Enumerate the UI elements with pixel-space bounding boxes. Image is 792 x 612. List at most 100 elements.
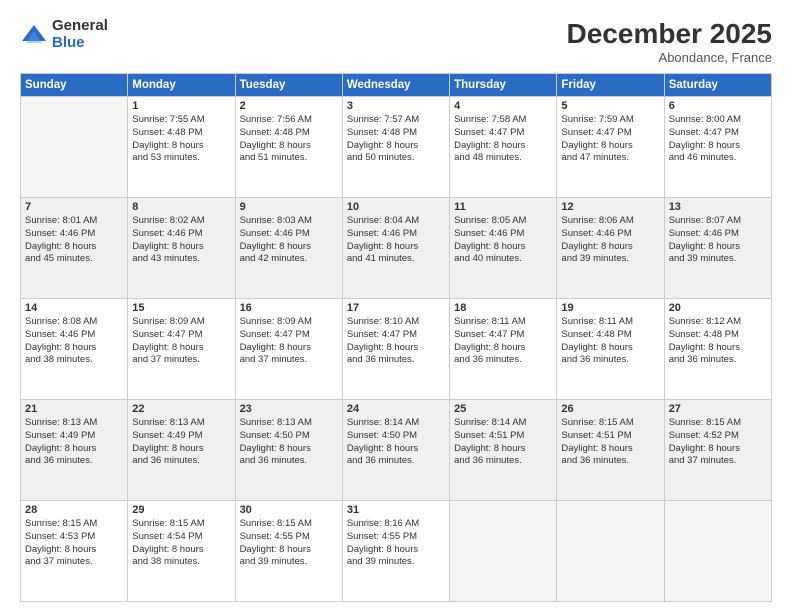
day-number: 20 <box>669 302 767 314</box>
day-number: 10 <box>347 201 445 213</box>
daylight-hours: Daylight: 8 hours <box>669 342 767 355</box>
month-title: December 2025 <box>567 18 772 50</box>
day-number: 8 <box>132 201 230 213</box>
sunset-text: Sunset: 4:49 PM <box>25 430 123 443</box>
calendar-day-cell: 21Sunrise: 8:13 AMSunset: 4:49 PMDayligh… <box>21 400 128 501</box>
daylight-hours: Daylight: 8 hours <box>454 342 552 355</box>
sunset-text: Sunset: 4:51 PM <box>454 430 552 443</box>
calendar-week-row: 21Sunrise: 8:13 AMSunset: 4:49 PMDayligh… <box>21 400 772 501</box>
sunrise-text: Sunrise: 8:07 AM <box>669 215 767 228</box>
day-number: 29 <box>132 504 230 516</box>
calendar-day-cell: 13Sunrise: 8:07 AMSunset: 4:46 PMDayligh… <box>664 198 771 299</box>
calendar-week-row: 1Sunrise: 7:55 AMSunset: 4:48 PMDaylight… <box>21 97 772 198</box>
sunrise-text: Sunrise: 8:13 AM <box>25 417 123 430</box>
daylight-minutes: and 39 minutes. <box>240 556 338 569</box>
daylight-minutes: and 37 minutes. <box>132 354 230 367</box>
sunrise-text: Sunrise: 7:55 AM <box>132 114 230 127</box>
daylight-minutes: and 38 minutes. <box>132 556 230 569</box>
day-number: 24 <box>347 403 445 415</box>
location-subtitle: Abondance, France <box>567 50 772 65</box>
sunrise-text: Sunrise: 8:04 AM <box>347 215 445 228</box>
daylight-hours: Daylight: 8 hours <box>347 342 445 355</box>
calendar-day-cell: 18Sunrise: 8:11 AMSunset: 4:47 PMDayligh… <box>450 299 557 400</box>
calendar-day-cell: 5Sunrise: 7:59 AMSunset: 4:47 PMDaylight… <box>557 97 664 198</box>
calendar-day-cell: 20Sunrise: 8:12 AMSunset: 4:48 PMDayligh… <box>664 299 771 400</box>
calendar-day-cell: 24Sunrise: 8:14 AMSunset: 4:50 PMDayligh… <box>342 400 449 501</box>
daylight-hours: Daylight: 8 hours <box>132 443 230 456</box>
day-number: 14 <box>25 302 123 314</box>
daylight-hours: Daylight: 8 hours <box>240 544 338 557</box>
daylight-hours: Daylight: 8 hours <box>25 241 123 254</box>
sunrise-text: Sunrise: 7:57 AM <box>347 114 445 127</box>
calendar-day-cell: 30Sunrise: 8:15 AMSunset: 4:55 PMDayligh… <box>235 501 342 602</box>
sunset-text: Sunset: 4:46 PM <box>240 228 338 241</box>
daylight-hours: Daylight: 8 hours <box>25 544 123 557</box>
calendar-day-cell: 26Sunrise: 8:15 AMSunset: 4:51 PMDayligh… <box>557 400 664 501</box>
sunset-text: Sunset: 4:53 PM <box>25 531 123 544</box>
sunset-text: Sunset: 4:47 PM <box>132 329 230 342</box>
calendar-day-cell <box>557 501 664 602</box>
daylight-minutes: and 36 minutes. <box>454 455 552 468</box>
daylight-hours: Daylight: 8 hours <box>669 140 767 153</box>
calendar-day-cell <box>450 501 557 602</box>
daylight-hours: Daylight: 8 hours <box>669 443 767 456</box>
sunrise-text: Sunrise: 8:05 AM <box>454 215 552 228</box>
daylight-hours: Daylight: 8 hours <box>240 241 338 254</box>
col-wednesday: Wednesday <box>342 74 449 97</box>
daylight-minutes: and 37 minutes. <box>25 556 123 569</box>
col-monday: Monday <box>128 74 235 97</box>
sunset-text: Sunset: 4:48 PM <box>347 127 445 140</box>
sunrise-text: Sunrise: 8:13 AM <box>240 417 338 430</box>
logo-general-text: General <box>52 18 108 35</box>
calendar-day-cell: 31Sunrise: 8:16 AMSunset: 4:55 PMDayligh… <box>342 501 449 602</box>
sunset-text: Sunset: 4:46 PM <box>132 228 230 241</box>
sunset-text: Sunset: 4:47 PM <box>240 329 338 342</box>
calendar-day-cell: 4Sunrise: 7:58 AMSunset: 4:47 PMDaylight… <box>450 97 557 198</box>
daylight-hours: Daylight: 8 hours <box>454 140 552 153</box>
daylight-minutes: and 36 minutes. <box>561 354 659 367</box>
daylight-minutes: and 37 minutes. <box>240 354 338 367</box>
col-sunday: Sunday <box>21 74 128 97</box>
daylight-minutes: and 42 minutes. <box>240 253 338 266</box>
calendar-day-cell: 8Sunrise: 8:02 AMSunset: 4:46 PMDaylight… <box>128 198 235 299</box>
calendar-day-cell: 16Sunrise: 8:09 AMSunset: 4:47 PMDayligh… <box>235 299 342 400</box>
sunrise-text: Sunrise: 8:13 AM <box>132 417 230 430</box>
day-number: 5 <box>561 100 659 112</box>
sunset-text: Sunset: 4:50 PM <box>347 430 445 443</box>
daylight-hours: Daylight: 8 hours <box>132 140 230 153</box>
day-number: 25 <box>454 403 552 415</box>
sunset-text: Sunset: 4:48 PM <box>132 127 230 140</box>
col-tuesday: Tuesday <box>235 74 342 97</box>
calendar-day-cell: 27Sunrise: 8:15 AMSunset: 4:52 PMDayligh… <box>664 400 771 501</box>
day-number: 15 <box>132 302 230 314</box>
calendar-page: General Blue December 2025 Abondance, Fr… <box>0 0 792 612</box>
calendar-week-row: 28Sunrise: 8:15 AMSunset: 4:53 PMDayligh… <box>21 501 772 602</box>
calendar-day-cell: 3Sunrise: 7:57 AMSunset: 4:48 PMDaylight… <box>342 97 449 198</box>
calendar-day-cell: 2Sunrise: 7:56 AMSunset: 4:48 PMDaylight… <box>235 97 342 198</box>
calendar-day-cell: 17Sunrise: 8:10 AMSunset: 4:47 PMDayligh… <box>342 299 449 400</box>
daylight-hours: Daylight: 8 hours <box>132 544 230 557</box>
calendar-day-cell: 7Sunrise: 8:01 AMSunset: 4:46 PMDaylight… <box>21 198 128 299</box>
day-number: 12 <box>561 201 659 213</box>
sunset-text: Sunset: 4:52 PM <box>669 430 767 443</box>
sunrise-text: Sunrise: 8:00 AM <box>669 114 767 127</box>
calendar-day-cell: 19Sunrise: 8:11 AMSunset: 4:48 PMDayligh… <box>557 299 664 400</box>
sunset-text: Sunset: 4:50 PM <box>240 430 338 443</box>
calendar-day-cell: 11Sunrise: 8:05 AMSunset: 4:46 PMDayligh… <box>450 198 557 299</box>
daylight-hours: Daylight: 8 hours <box>669 241 767 254</box>
calendar-day-cell: 14Sunrise: 8:08 AMSunset: 4:46 PMDayligh… <box>21 299 128 400</box>
sunset-text: Sunset: 4:46 PM <box>25 329 123 342</box>
sunrise-text: Sunrise: 7:59 AM <box>561 114 659 127</box>
day-number: 13 <box>669 201 767 213</box>
sunset-text: Sunset: 4:48 PM <box>240 127 338 140</box>
sunrise-text: Sunrise: 8:01 AM <box>25 215 123 228</box>
daylight-minutes: and 38 minutes. <box>25 354 123 367</box>
sunset-text: Sunset: 4:51 PM <box>561 430 659 443</box>
sunset-text: Sunset: 4:47 PM <box>347 329 445 342</box>
calendar-day-cell: 10Sunrise: 8:04 AMSunset: 4:46 PMDayligh… <box>342 198 449 299</box>
daylight-minutes: and 39 minutes. <box>347 556 445 569</box>
sunrise-text: Sunrise: 8:14 AM <box>347 417 445 430</box>
daylight-hours: Daylight: 8 hours <box>25 342 123 355</box>
daylight-minutes: and 46 minutes. <box>669 152 767 165</box>
sunset-text: Sunset: 4:46 PM <box>454 228 552 241</box>
